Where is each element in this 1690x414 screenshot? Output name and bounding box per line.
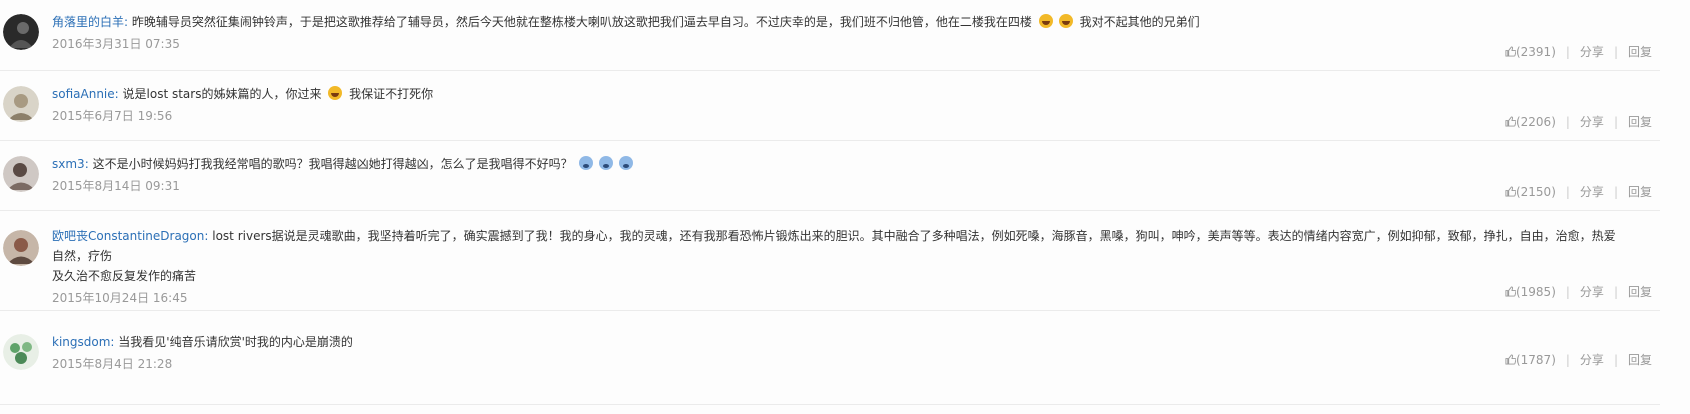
thumbs-up-icon (1505, 116, 1516, 127)
comment-text-tail: 及久治不愈反复发作的痛苦 (52, 269, 197, 283)
thumbs-up-icon (1505, 354, 1516, 365)
share-button[interactable]: 分享 (1580, 115, 1604, 129)
comment-date: 2016年3月31日 07:35 (52, 37, 180, 51)
share-button[interactable]: 分享 (1580, 353, 1604, 367)
thumbs-up-icon (1505, 286, 1516, 297)
reply-button[interactable]: 回复 (1628, 353, 1652, 367)
reply-button[interactable]: 回复 (1628, 115, 1652, 129)
scared-emoji-icon (599, 156, 614, 170)
comment-actions: (2206) | 分享 | 回复 (1505, 113, 1652, 130)
comment-text: 这不是小时候妈妈打我我经常唱的歌吗？我唱得越凶她打得越凶，怎么了是我唱得不好吗？ (92, 157, 573, 171)
share-button[interactable]: 分享 (1580, 45, 1604, 59)
avatar[interactable] (3, 86, 39, 122)
comment-text: lost rivers据说是灵魂歌曲，我坚持着听完了，确实震撼到了我！我的身心，… (52, 229, 1616, 263)
scared-emoji-icon (619, 156, 634, 170)
thumbs-up-icon (1505, 46, 1516, 57)
comment-item: sxm3: 这不是小时候妈妈打我我经常唱的歌吗？我唱得越凶她打得越凶，怎么了是我… (0, 140, 1660, 211)
laugh-cry-emoji-icon (1038, 14, 1053, 28)
avatar[interactable] (3, 14, 39, 50)
comment-text-tail: 我对不起其他的兄弟们 (1079, 15, 1200, 29)
avatar[interactable] (3, 230, 39, 266)
comment-text: 当我看见'纯音乐请欣赏'时我的内心是崩溃的 (118, 335, 353, 349)
like-count: (2391) (1515, 45, 1556, 59)
avatar[interactable] (3, 156, 39, 192)
comment-date: 2015年10月24日 16:45 (52, 291, 188, 305)
comment-item: 角落里的白羊: 昨晚辅导员突然征集闹钟铃声，于是把这歌推荐给了辅导员，然后今天他… (0, 0, 1660, 71)
comment-actions: (2391) | 分享 | 回复 (1505, 43, 1652, 60)
scared-emoji-icon (579, 156, 594, 170)
comment-author-link[interactable]: kingsdom (52, 335, 110, 349)
comment-author-link[interactable]: 角落里的白羊 (52, 15, 124, 29)
reply-button[interactable]: 回复 (1628, 185, 1652, 199)
comment-date: 2015年8月14日 09:31 (52, 179, 180, 193)
comment-actions: (1787) | 分享 | 回复 (1505, 351, 1652, 368)
comment-text: 说是lost stars的姊妹篇的人，你过来 (122, 87, 322, 101)
comment-author-link[interactable]: sofiaAnnie (52, 87, 115, 101)
like-button[interactable]: (1985) (1505, 285, 1556, 299)
laugh-cry-emoji-icon (1058, 14, 1073, 28)
like-count: (2206) (1515, 115, 1556, 129)
reply-button[interactable]: 回复 (1628, 285, 1652, 299)
comment-actions: (2150) | 分享 | 回复 (1505, 183, 1652, 200)
comment-item: sofiaAnnie: 说是lost stars的姊妹篇的人，你过来 我保证不打… (0, 70, 1660, 141)
share-button[interactable]: 分享 (1580, 285, 1604, 299)
like-button[interactable]: (1787) (1505, 353, 1556, 367)
comment-list: 角落里的白羊: 昨晚辅导员突然征集闹钟铃声，于是把这歌推荐给了辅导员，然后今天他… (0, 0, 1690, 414)
comment-actions: (1985) | 分享 | 回复 (1505, 283, 1652, 300)
smirk-emoji-icon (328, 86, 343, 100)
comment-author-link[interactable]: 欧吧丧ConstantineDragon (52, 229, 204, 243)
like-button[interactable]: (2150) (1505, 185, 1556, 199)
thumbs-up-icon (1505, 186, 1516, 197)
comment-date: 2015年8月4日 21:28 (52, 357, 173, 371)
comment-text-tail: 我保证不打死你 (349, 87, 434, 101)
comment-text: 昨晚辅导员突然征集闹钟铃声，于是把这歌推荐给了辅导员，然后今天他就在整栋楼大喇叭… (131, 15, 1032, 29)
like-count: (2150) (1515, 185, 1556, 199)
share-button[interactable]: 分享 (1580, 185, 1604, 199)
like-button[interactable]: (2391) (1505, 45, 1556, 59)
like-count: (1787) (1515, 353, 1556, 367)
reply-button[interactable]: 回复 (1628, 45, 1652, 59)
comment-date: 2015年6月7日 19:56 (52, 109, 173, 123)
like-button[interactable]: (2206) (1505, 115, 1556, 129)
avatar[interactable] (3, 334, 39, 370)
comment-item: kingsdom: 当我看见'纯音乐请欣赏'时我的内心是崩溃的 2015年8月4… (0, 310, 1660, 405)
like-count: (1985) (1515, 285, 1556, 299)
comment-author-link[interactable]: sxm3 (52, 157, 85, 171)
comment-item: 欧吧丧ConstantineDragon: lost rivers据说是灵魂歌曲… (0, 210, 1660, 311)
